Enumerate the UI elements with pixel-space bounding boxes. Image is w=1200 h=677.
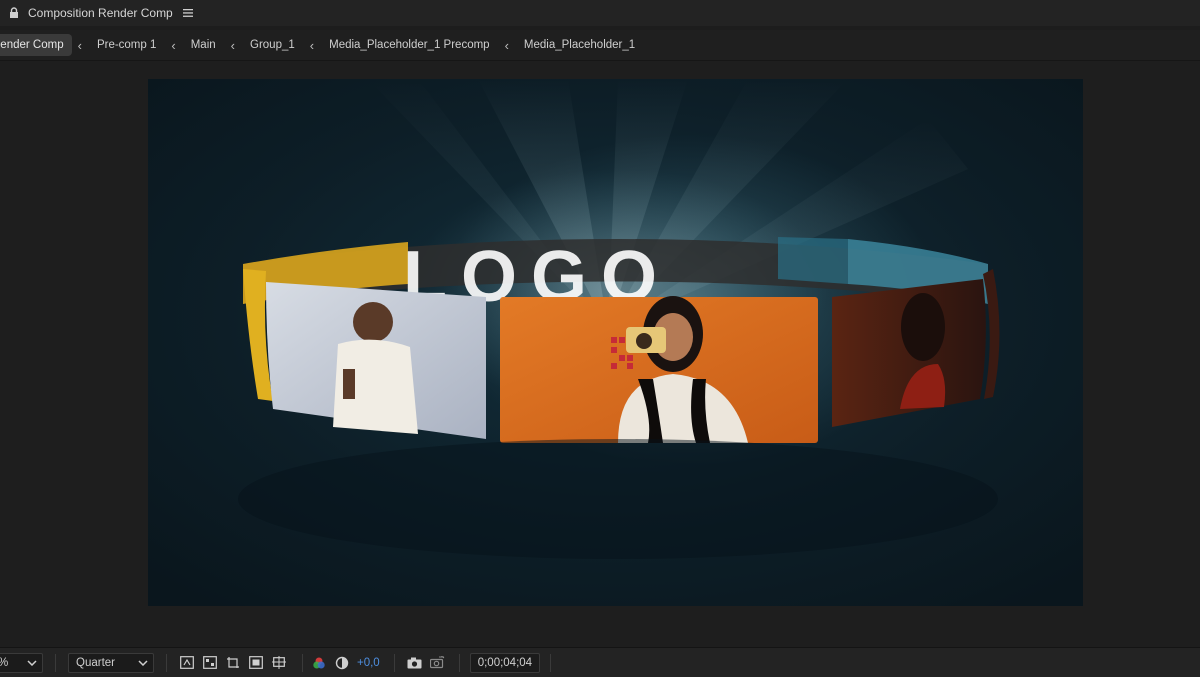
chevron-down-icon: [27, 659, 37, 666]
chevron-left-icon: ‹: [230, 37, 235, 53]
breadcrumb-media-placeholder[interactable]: Media_Placeholder_1: [515, 39, 644, 51]
breadcrumb-media-placeholder-precomp[interactable]: Media_Placeholder_1 Precomp: [320, 39, 498, 51]
toolbar-divider: [302, 653, 303, 672]
magnification-dropdown[interactable]: %: [0, 652, 43, 673]
preview-render: LOGO: [238, 79, 1000, 559]
panel-tab[interactable]: Composition Render Comp: [0, 0, 1200, 26]
chevron-left-icon: ‹: [171, 37, 176, 53]
chevron-down-icon: [138, 659, 148, 666]
fast-previews-icon[interactable]: [179, 655, 194, 670]
composition-viewer[interactable]: LOGO: [0, 61, 1200, 647]
breadcrumb-pre-comp-1[interactable]: Pre-comp 1: [88, 39, 165, 51]
composition-navigator: Render Comp ‹ Pre-comp 1 ‹ Main ‹ Group_…: [0, 30, 1200, 61]
color-channel-icon[interactable]: [311, 655, 326, 670]
current-time-display[interactable]: 0;00;04;04: [469, 652, 541, 673]
toolbar-divider: [55, 653, 56, 672]
breadcrumb-main[interactable]: Main: [182, 39, 225, 51]
breadcrumb-render-comp[interactable]: Render Comp: [0, 34, 72, 56]
chevron-left-icon: ‹: [504, 37, 509, 53]
toolbar-divider: [393, 653, 395, 672]
hamburger-menu-icon[interactable]: [182, 9, 193, 17]
breadcrumb-group-1[interactable]: Group_1: [241, 39, 304, 51]
exposure-value[interactable]: +0,0: [357, 657, 380, 669]
toolbar-divider: [458, 653, 460, 672]
resolution-dropdown[interactable]: Quarter: [68, 652, 154, 673]
viewer-toolbar: % Quarter +0,0 0;00;04;04: [0, 647, 1200, 677]
toolbar-divider: [550, 653, 552, 672]
mask-visibility-icon[interactable]: [248, 655, 263, 670]
snapshot-camera-icon[interactable]: [407, 655, 422, 670]
transparency-grid-icon[interactable]: [202, 655, 217, 670]
composition-frame[interactable]: LOGO: [148, 79, 1083, 606]
panel-title: Composition Render Comp: [28, 6, 173, 20]
chevron-left-icon: ‹: [77, 37, 82, 53]
lock-icon[interactable]: [9, 6, 21, 20]
region-of-interest-icon[interactable]: [225, 655, 240, 670]
toolbar-divider: [166, 653, 167, 672]
chevron-left-icon: ‹: [309, 37, 315, 53]
guides-options-icon[interactable]: [271, 655, 286, 670]
reset-exposure-icon[interactable]: [334, 655, 349, 670]
show-snapshot-icon[interactable]: [429, 655, 445, 670]
